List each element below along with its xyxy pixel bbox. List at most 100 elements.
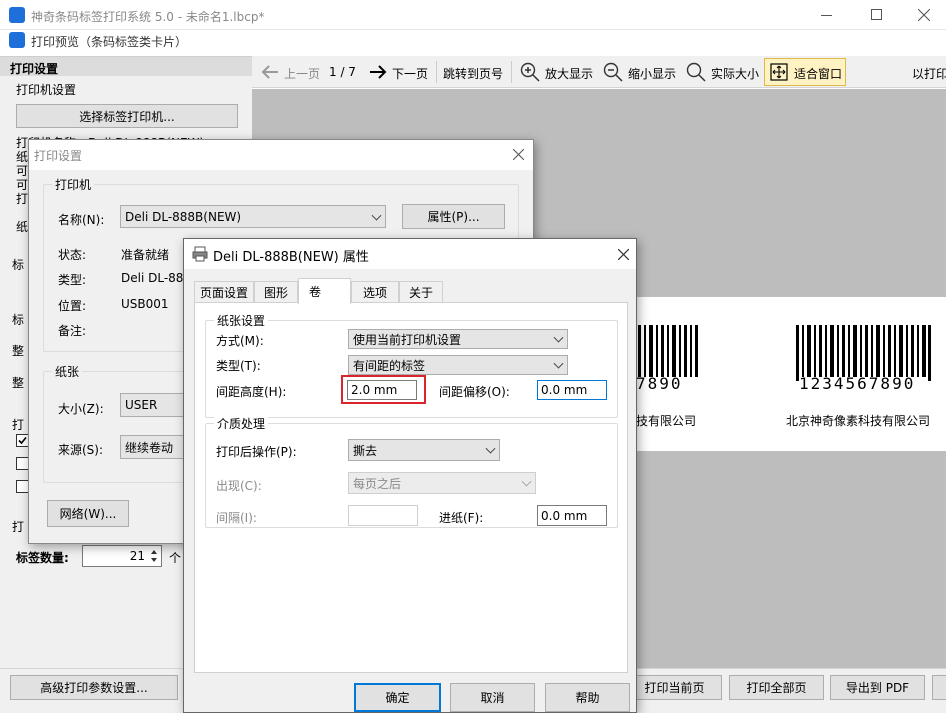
interval-input xyxy=(348,505,418,526)
occur-select: 每页之后 xyxy=(348,472,536,494)
media-handling-title: 介质处理 xyxy=(214,415,269,432)
label-count-value: 21 xyxy=(129,549,145,563)
print-all-pages-button[interactable]: 打印全部页 xyxy=(729,675,824,700)
help-button[interactable]: 帮助 xyxy=(545,683,630,712)
occur-label: 出现(C): xyxy=(216,479,262,493)
print-current-page-button[interactable]: 打印当前页 xyxy=(627,675,722,700)
feed-label: 进纸(F): xyxy=(439,511,484,525)
close-icon xyxy=(918,9,930,21)
preview-icon xyxy=(9,32,25,48)
printer-name-select[interactable]: Deli DL-888B(NEW) xyxy=(120,205,386,228)
export-pdf-button[interactable]: 导出到 PDF xyxy=(830,675,925,700)
ok-button[interactable]: 确定 xyxy=(354,683,441,712)
partial-label: 整 xyxy=(12,344,25,358)
printer-group-title: 打印机 xyxy=(52,176,95,193)
next-page-button[interactable]: 下一页 xyxy=(392,65,428,82)
jump-to-page-button[interactable]: 跳转到页号 xyxy=(443,65,503,82)
close-icon[interactable] xyxy=(618,249,629,260)
location-label: 位置: xyxy=(58,299,87,313)
chevron-down-icon xyxy=(521,476,532,487)
tab-content-panel: 纸张设置 方式(M): 使用当前打印机设置 类型(T): 有间距的标签 间距高度… xyxy=(194,302,628,673)
paper-group-title: 纸张 xyxy=(52,363,83,380)
tab-page-setup[interactable]: 页面设置 xyxy=(194,281,254,302)
chevron-down-icon xyxy=(553,332,564,343)
post-print-select[interactable]: 撕去 xyxy=(348,439,500,461)
printer-icon xyxy=(192,246,208,262)
tab-label: 图形 xyxy=(263,285,288,300)
occur-value: 每页之后 xyxy=(353,476,402,491)
post-print-label: 打印后操作(P): xyxy=(216,445,297,459)
printer-name-value: Deli DL-888B(NEW) xyxy=(125,209,242,224)
barcode xyxy=(638,325,698,377)
actual-size-button[interactable]: 实际大小 xyxy=(711,65,759,82)
gap-offset-input[interactable]: 0.0 mm xyxy=(537,380,607,400)
printer-properties-dialog: Deli DL-888B(NEW) 属性 页面设置 图形 卷 选项 关于 纸张设… xyxy=(183,238,637,713)
partial-label: 整 xyxy=(12,376,25,390)
tab-graphics[interactable]: 图形 xyxy=(254,281,298,302)
post-print-value: 撕去 xyxy=(353,443,378,458)
close-button[interactable] xyxy=(912,8,936,22)
size-value: USER xyxy=(125,398,158,412)
cancel-button[interactable]: 取消 xyxy=(450,683,535,712)
properties-button[interactable]: 属性(P)... xyxy=(402,204,505,229)
gap-height-label: 间距高度(H): xyxy=(216,385,287,399)
partial-button[interactable] xyxy=(932,675,946,700)
toolbar-divider xyxy=(436,61,437,83)
prev-page-button[interactable]: 上一页 xyxy=(284,65,320,82)
actual-size-icon xyxy=(686,62,706,82)
partial-label: 标 xyxy=(12,313,25,327)
properties-title: Deli DL-888B(NEW) 属性 xyxy=(213,250,369,265)
partial-label: 标 xyxy=(12,258,25,272)
maximize-icon xyxy=(871,9,882,20)
gap-height-input[interactable]: 2.0 mm xyxy=(347,380,417,400)
method-select[interactable]: 使用当前打印机设置 xyxy=(348,329,568,349)
left-panel-title: 打印设置 xyxy=(10,62,59,76)
barcode-digits: 7890 xyxy=(636,374,683,393)
status-value: 准备就绪 xyxy=(121,248,170,262)
label-count-input[interactable]: 21 xyxy=(82,545,162,567)
zoom-in-button[interactable]: 放大显示 xyxy=(545,65,593,82)
feed-input[interactable]: 0.0 mm xyxy=(537,505,607,526)
paper-settings-title: 纸张设置 xyxy=(214,312,269,329)
fit-window-icon xyxy=(770,63,788,81)
interval-label: 间隔(I): xyxy=(216,511,257,525)
minimize-button[interactable] xyxy=(815,8,839,22)
preview-title-bar: 打印预览（条码标签类卡片） xyxy=(0,30,946,52)
checkmark-icon xyxy=(18,436,27,445)
spinner-arrows-icon[interactable] xyxy=(150,549,158,563)
tab-label: 选项 xyxy=(362,285,387,300)
page-indicator: 1 / 7 xyxy=(329,65,356,79)
left-panel-header: 打印设置 xyxy=(0,56,252,76)
source-label: 来源(S): xyxy=(58,443,104,457)
tab-options[interactable]: 选项 xyxy=(351,281,399,302)
advanced-settings-button[interactable]: 高级打印参数设置... xyxy=(10,675,178,700)
select-printer-button[interactable]: 选择标签打印机... xyxy=(16,104,238,128)
type-select[interactable]: 有间距的标签 xyxy=(348,355,568,375)
tab-label: 关于 xyxy=(408,285,433,300)
partial-label: 打 xyxy=(16,192,29,206)
zoom-out-button[interactable]: 缩小显示 xyxy=(628,65,676,82)
app-title-bar: 神奇条码标签打印系统 5.0 - 未命名1.lbcp* xyxy=(0,0,946,30)
properties-titlebar: Deli DL-888B(NEW) 属性 xyxy=(184,239,636,269)
close-icon[interactable] xyxy=(513,149,524,160)
label-count-unit: 个 xyxy=(169,551,182,565)
zoom-out-icon xyxy=(603,62,623,82)
chevron-down-icon xyxy=(485,443,496,454)
name-label: 名称(N): xyxy=(58,213,105,227)
fit-window-button[interactable]: 适合窗口 xyxy=(764,58,846,86)
tab-roll[interactable]: 卷 xyxy=(298,278,351,304)
partial-label: 打 xyxy=(12,520,25,534)
location-value: USB001 xyxy=(121,297,169,311)
tab-about[interactable]: 关于 xyxy=(399,281,443,302)
type-label: 类型(T): xyxy=(216,359,261,373)
feed-value: 0.0 mm xyxy=(541,508,588,523)
method-label: 方式(M): xyxy=(216,334,264,348)
label-sheet: 7890 技有限公司 1234567890 北京神奇像素科技有限公司 xyxy=(630,297,946,451)
label-count-label: 标签数量: xyxy=(16,551,69,565)
network-button[interactable]: 网络(W)... xyxy=(47,500,129,527)
tab-label: 卷 xyxy=(309,285,322,299)
maximize-button[interactable] xyxy=(865,8,889,22)
comment-label: 备注: xyxy=(58,324,87,338)
toolbar-overflow-label: 以打印 xyxy=(912,67,946,81)
arrow-right-icon xyxy=(370,65,387,79)
